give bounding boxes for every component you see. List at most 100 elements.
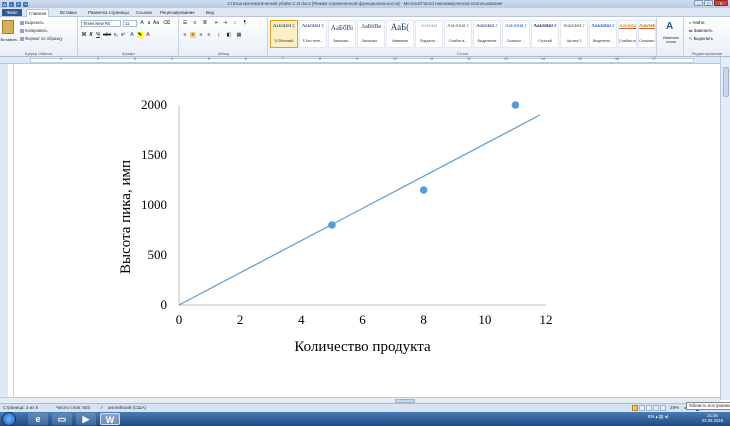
style-emphasis[interactable]: АаБбВвГг Выделение [473,20,501,48]
outline-button[interactable] [653,405,659,411]
tab-references[interactable]: Ссылки [134,9,154,17]
vertical-scroll-thumb[interactable] [723,67,729,97]
style-intense-quote[interactable]: АаБбВвГг Выделенн... [589,20,617,48]
pilcrow-icon[interactable]: ¶ [242,20,248,26]
language-indicator-tray[interactable]: EN [648,414,654,419]
shrink-font-button[interactable]: a [146,20,152,26]
tab-view[interactable]: Вид [204,9,216,17]
ruler-number: 13 [504,57,508,61]
line-spacing-icon[interactable]: ↨ [216,32,222,38]
clock[interactable]: 21:46 02.06.2016 [702,413,723,423]
change-styles-button[interactable]: Изменить стили [659,36,683,44]
close-button[interactable]: ✕ [714,0,728,6]
word-count[interactable]: Число слов: 603 [56,405,90,410]
redo-icon[interactable]: ↷ [23,1,28,7]
maximize-button[interactable]: ▢ [704,0,713,6]
text-effects-button[interactable]: A [129,32,135,38]
tab-review[interactable]: Рецензирование [158,9,197,17]
vertical-scrollbar[interactable] [720,57,730,400]
paste-button[interactable]: Вставить [0,37,18,42]
style-title[interactable]: АаБ(Название [386,20,414,48]
style-normal[interactable]: АаБбВвГг, ¶ Обычный [270,20,298,48]
format-painter-button[interactable]: Формат по образцу [20,36,63,41]
select-button[interactable]: ↖ Выделить [689,36,713,41]
print-layout-button[interactable] [632,405,638,411]
full-screen-reading-button[interactable] [639,405,645,411]
align-right-icon[interactable]: ≡ [198,32,204,38]
chart-axes [178,105,546,306]
clear-format-icon[interactable]: ⌫ [163,20,170,26]
borders-icon[interactable]: ▦ [236,32,242,38]
style-quote-2[interactable]: АаБбВвГг Цитата 2 [560,20,588,48]
taskbar-ie[interactable]: e [28,413,48,425]
taskbar-word[interactable]: W [100,413,120,425]
justify-icon[interactable]: ≡ [206,32,212,38]
left-gutter [0,64,8,400]
zoom-level[interactable]: 29% [670,405,679,410]
tab-page-layout[interactable]: Разметка страницы [86,9,131,17]
page-count[interactable]: Страница: 3 из 5 [3,405,38,410]
proofing-icon[interactable]: ✓ [100,405,104,411]
web-layout-button[interactable] [646,405,652,411]
style-no-spacing[interactable]: АаБбВвГг, ¶ Без инте... [299,20,327,48]
volume-icon[interactable]: ◂) [665,414,669,419]
replace-button[interactable]: ⇄ Заменить [689,28,713,33]
start-button[interactable] [2,412,16,426]
font-size-select[interactable]: 11 [123,20,137,27]
cut-button[interactable]: Вырезать [20,20,44,25]
font-color-button[interactable]: A [145,32,151,38]
style-strong[interactable]: АаБбВвГг Строгий [531,20,559,48]
change-case-button[interactable]: Aa [153,20,159,26]
paste-icon[interactable] [2,20,14,34]
sort-icon[interactable]: ↕ [232,20,238,26]
system-tray[interactable]: EN ▴ ▤ ◂) [648,414,668,420]
bold-button[interactable]: Ж [81,32,87,38]
status-bar: Страница: 3 из 5 Число слов: 603 ✓ англи… [0,403,730,412]
minimize-button[interactable]: – [694,0,703,6]
style-subtle-reference[interactable]: АаБбВвГг Слабая сс... [618,20,637,48]
save-icon[interactable]: ▪ [9,1,14,7]
style-intense-emphasis[interactable]: АаБбВвГг Сильное ... [502,20,530,48]
underline-button[interactable]: Ч [95,32,101,38]
italic-button[interactable]: К [88,32,94,38]
taskbar-media-player[interactable]: ▶ [76,413,96,425]
strikethrough-button[interactable]: abc [103,32,111,38]
superscript-button[interactable]: x² [120,32,126,38]
style-subtle-emphasis[interactable]: АаБбВвГг Слабое в... [444,20,472,48]
x-tick-label: 6 [359,312,366,327]
undo-icon[interactable]: ↶ [16,1,21,7]
style-sample: АаБбВі [330,24,354,32]
highlight-button[interactable]: ✎ [137,32,143,38]
horizontal-ruler[interactable]: 1 2 3 4 5 6 7 8 9 10 11 12 13 14 15 16 17 [0,57,730,64]
chart-object[interactable]: 0 2 4 6 8 10 12 0 500 1000 1500 2000 Количество пр… [110,88,580,358]
bullets-icon[interactable]: ☰ [182,20,188,26]
taskbar-explorer[interactable]: ▭ [52,413,72,425]
numbering-icon[interactable]: ≡ [192,20,198,26]
tab-home[interactable]: Главная [26,9,50,17]
data-point [328,221,336,229]
style-sample: АаБбВвГг, [301,24,325,29]
style-heading-1[interactable]: АаБбВі Заголово... [328,20,356,48]
change-styles-icon[interactable]: A [666,21,676,33]
style-subtitle[interactable]: АаБбВа Подзагол... [415,20,443,48]
copy-button[interactable]: Копировать [20,28,48,33]
subscript-button[interactable]: x₂ [113,32,119,38]
find-button[interactable]: ⌕ Найти [689,20,704,25]
multilevel-list-icon[interactable]: ≣ [202,20,208,26]
decrease-indent-icon[interactable]: ⇤ [214,20,220,26]
tab-insert[interactable]: Вставка [58,9,79,17]
language-indicator[interactable]: английский (США) [108,405,146,410]
style-heading-2[interactable]: АаБбВв Заголово... [357,20,385,48]
tab-file[interactable]: Файл [2,9,22,16]
clock-date: 02.06.2016 [702,418,723,423]
chart-svg[interactable]: 0 2 4 6 8 10 12 0 500 1000 1500 2000 Количество пр… [110,88,580,358]
ruler-number: 3 [134,57,136,61]
draft-button[interactable] [660,405,666,411]
font-name-select[interactable]: Times New Ro [81,20,121,27]
increase-indent-icon[interactable]: ⇥ [222,20,228,26]
shading-icon[interactable]: ◧ [226,32,232,38]
style-intense-reference[interactable]: АаБбВвГг Сильная с... [638,20,656,48]
align-center-icon[interactable]: ≡ [190,32,196,38]
grow-font-button[interactable]: A [139,20,145,26]
align-left-icon[interactable]: ≡ [182,32,188,38]
